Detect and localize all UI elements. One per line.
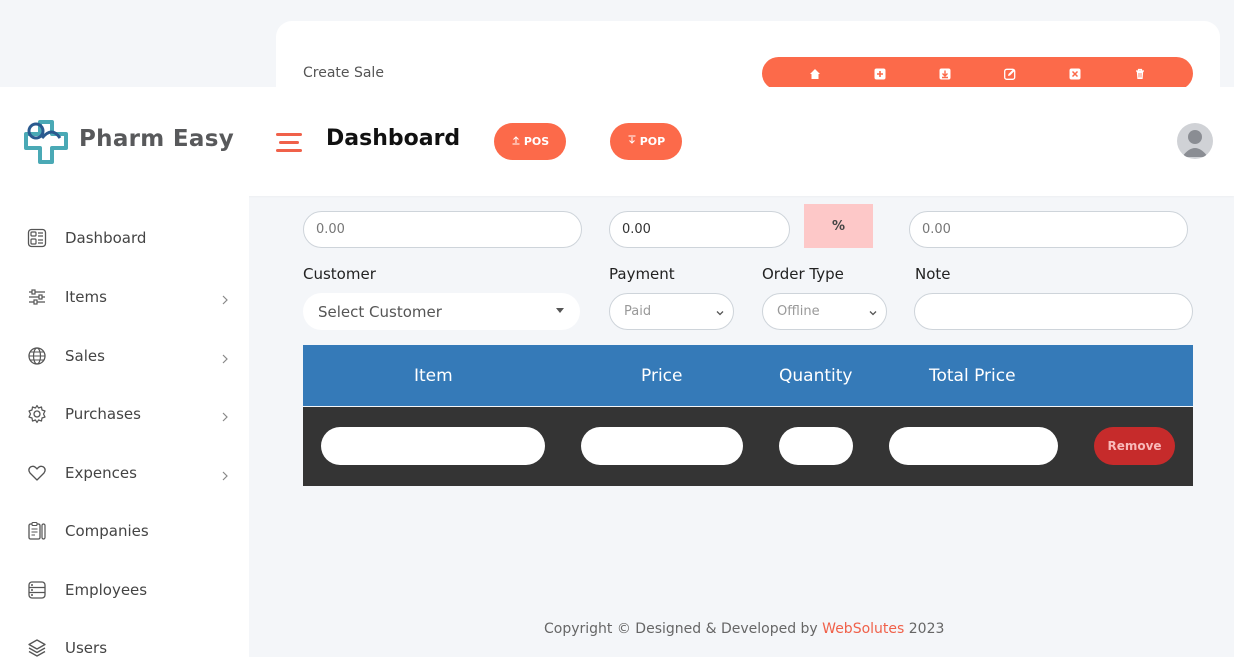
sidebar-item-expences[interactable]: Expences [0,453,249,493]
pop-button[interactable]: POP [610,123,682,160]
add-square-icon[interactable] [873,67,887,81]
chevron-down-icon [715,307,725,322]
remove-row-button[interactable]: Remove [1094,427,1175,465]
payment-label: Payment [609,265,675,283]
total-amount-field[interactable]: 0.00 [303,211,582,248]
sidebar-item-label: Companies [65,522,149,540]
chevron-right-icon [219,291,231,305]
discount-field[interactable]: 0.00 [609,211,790,248]
sidebar-item-label: Users [65,639,108,657]
note-label: Note [915,265,951,283]
page-title: Dashboard [326,126,461,151]
trash-icon[interactable] [1133,67,1147,81]
sidebar: Dashboard Items Sales Purchases Expences… [0,196,249,657]
customer-select[interactable]: Select Customer [303,293,580,330]
footer-text: Copyright © Designed & Developed by [544,621,818,637]
price-input[interactable] [581,427,743,465]
column-header-item: Item [414,365,453,386]
sidebar-item-label: Items [65,288,107,306]
total-price-input[interactable] [889,427,1058,465]
net-amount-field[interactable]: 0.00 [909,211,1188,248]
heart-icon [26,462,48,484]
pos-button[interactable]: POS [494,123,566,160]
brand-name: Pharm Easy [79,126,234,152]
hamburger-menu-icon[interactable] [276,133,302,157]
globe-icon [26,345,48,367]
item-input[interactable] [321,427,545,465]
payment-select[interactable]: Paid [609,293,734,330]
sidebar-item-label: Expences [65,464,137,482]
column-header-quantity: Quantity [779,365,853,386]
dashboard-icon [26,227,48,249]
card-title: Create Sale [303,65,384,81]
upload-arrow-icon [511,135,521,148]
sidebar-item-label: Sales [65,347,105,365]
gear-icon [26,403,48,425]
sidebar-item-companies[interactable]: Companies [0,511,249,551]
chevron-right-icon [219,467,231,481]
close-square-icon[interactable] [1068,67,1082,81]
sidebar-item-employees[interactable]: Employees [0,570,249,610]
order-type-label: Order Type [762,265,844,283]
action-toolbar [762,57,1193,90]
sidebar-item-label: Employees [65,581,148,599]
server-icon [26,579,48,601]
download-arrow-icon [627,135,637,148]
header-bottom [249,176,1234,196]
home-icon[interactable] [808,67,822,81]
sliders-icon [26,286,48,308]
clipboard-icon [26,520,48,542]
customer-label: Customer [303,265,376,283]
percent-toggle-button[interactable]: % [804,204,873,248]
note-input[interactable] [914,293,1193,330]
sidebar-item-dashboard[interactable]: Dashboard [0,218,249,258]
pharm-easy-logo[interactable] [22,118,72,166]
column-header-total-price: Total Price [929,365,1016,386]
sidebar-item-purchases[interactable]: Purchases [0,394,249,434]
chevron-right-icon [219,408,231,422]
customer-select-value: Select Customer [318,302,442,321]
order-type-select[interactable]: Offline [762,293,887,330]
download-icon[interactable] [938,67,952,81]
sidebar-item-items[interactable]: Items [0,277,249,317]
items-table-header: Item Price Quantity Total Price [303,345,1193,406]
sidebar-item-sales[interactable]: Sales [0,336,249,376]
caret-down-icon [556,308,564,313]
quantity-input[interactable] [779,427,853,465]
column-header-price: Price [641,365,683,386]
chevron-right-icon [219,350,231,364]
footer-year: 2023 [908,621,945,637]
user-avatar[interactable] [1177,123,1213,159]
footer-link[interactable]: WebSolutes [822,621,904,637]
footer: Copyright © Designed & Developed by WebS… [544,621,944,637]
pop-label: POP [639,135,666,148]
sidebar-item-users[interactable]: Users [0,628,249,657]
layers-icon [26,637,48,657]
sidebar-item-label: Dashboard [65,229,147,247]
payment-select-value: Paid [624,304,652,319]
chevron-down-icon [868,307,878,322]
order-type-select-value: Offline [777,304,820,319]
sidebar-item-label: Purchases [65,405,141,423]
pos-label: POS [523,135,550,148]
edit-icon[interactable] [1003,67,1017,81]
